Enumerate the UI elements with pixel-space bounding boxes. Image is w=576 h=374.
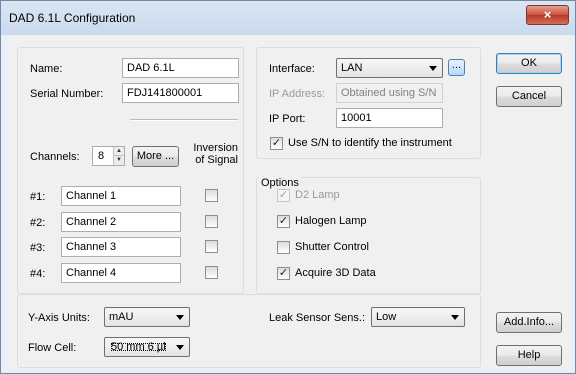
d2-lamp-label: D2 Lamp xyxy=(295,189,340,201)
inversion-label-line1: Inversion xyxy=(193,142,238,154)
halogen-lamp-checkbox[interactable]: ✓ xyxy=(277,215,290,228)
acquire-3d-data-label: Acquire 3D Data xyxy=(295,267,376,279)
serial-number-field[interactable]: FDJ141800001 xyxy=(122,83,239,103)
spin-down-icon[interactable]: ▼ xyxy=(113,156,124,165)
channel-3-inversion-checkbox[interactable] xyxy=(205,240,218,253)
help-button[interactable]: Help xyxy=(496,345,562,366)
channel-3-name-field[interactable]: Channel 3 xyxy=(61,237,181,257)
chevron-down-icon xyxy=(429,66,437,71)
acquire-3d-data-checkbox[interactable]: ✓ xyxy=(277,267,290,280)
interface-value: LAN xyxy=(341,62,363,74)
options-title: Options xyxy=(259,177,301,189)
y-axis-units-select[interactable]: mAU xyxy=(104,307,190,327)
channels-label: Channels: xyxy=(30,151,80,163)
ip-address-label: IP Address: xyxy=(269,88,326,100)
use-sn-checkbox[interactable]: ✓ xyxy=(270,137,283,150)
d2-lamp-checkbox: ✓ xyxy=(277,189,290,202)
y-axis-units-label: Y-Axis Units: xyxy=(28,312,90,324)
channels-count: 8 xyxy=(98,150,105,162)
flow-cell-label: Flow Cell: xyxy=(28,342,77,354)
use-sn-label: Use S/N to identify the instrument xyxy=(288,137,452,149)
channel-4-id: #4: xyxy=(30,268,46,280)
channel-1-inversion-checkbox[interactable] xyxy=(205,189,218,202)
serial-number-label: Serial Number: xyxy=(30,88,104,100)
ip-port-label: IP Port: xyxy=(269,113,306,125)
dialog-client-area: Name: DAD 6.1L Serial Number: FDJ1418000… xyxy=(8,35,570,369)
name-label: Name: xyxy=(30,63,63,75)
shutter-control-checkbox[interactable] xyxy=(277,241,290,254)
cancel-button[interactable]: Cancel xyxy=(496,86,562,107)
chevron-down-icon xyxy=(451,315,459,320)
leak-sensor-value: Low xyxy=(376,311,397,323)
channel-2-id: #2: xyxy=(30,217,46,229)
channel-3-id: #3: xyxy=(30,242,46,254)
channel-2-inversion-checkbox[interactable] xyxy=(205,215,218,228)
close-button[interactable]: × xyxy=(526,5,569,25)
identity-separator xyxy=(130,119,238,121)
ok-button[interactable]: OK xyxy=(496,53,562,74)
leak-sensor-select[interactable]: Low xyxy=(371,307,465,327)
y-axis-units-value: mAU xyxy=(109,311,134,323)
leak-sensor-label: Leak Sensor Sens.: xyxy=(269,312,366,324)
channel-1-id: #1: xyxy=(30,191,46,203)
flow-cell-select[interactable]: 50 mm 6 µl xyxy=(104,337,190,357)
flow-cell-value: 50 mm 6 µl xyxy=(110,341,166,353)
channels-spinner[interactable]: 8 ▲ ▼ xyxy=(92,146,125,166)
spin-up-icon[interactable]: ▲ xyxy=(113,147,124,156)
halogen-lamp-label: Halogen Lamp xyxy=(295,215,367,227)
channel-2-name-field[interactable]: Channel 2 xyxy=(61,212,181,232)
channel-4-name-field[interactable]: Channel 4 xyxy=(61,263,181,283)
interface-label: Interface: xyxy=(269,63,315,75)
channel-4-inversion-checkbox[interactable] xyxy=(205,266,218,279)
chevron-down-icon xyxy=(176,315,184,320)
title-bar: DAD 6.1L Configuration × xyxy=(1,1,575,35)
ip-address-field: Obtained using S/N xyxy=(336,83,443,103)
shutter-control-label: Shutter Control xyxy=(295,241,369,253)
interface-select[interactable]: LAN xyxy=(336,58,443,78)
ip-port-field[interactable]: 10001 xyxy=(336,108,443,128)
dialog-window: DAD 6.1L Configuration × Name: DAD 6.1L … xyxy=(0,0,576,374)
add-info-button[interactable]: Add.Info... xyxy=(496,312,562,333)
name-field[interactable]: DAD 6.1L xyxy=(122,58,239,78)
more-channels-button[interactable]: More ... xyxy=(132,146,179,167)
inversion-label-line2: of Signal xyxy=(195,154,238,166)
instrument-group: Name: DAD 6.1L Serial Number: FDJ1418000… xyxy=(17,47,244,294)
window-title: DAD 6.1L Configuration xyxy=(9,11,136,25)
connection-group: Interface: LAN ... IP Address: Obtained … xyxy=(256,47,481,159)
chevron-down-icon xyxy=(176,345,184,350)
settings-group: Y-Axis Units: mAU Flow Cell: 50 mm 6 µl … xyxy=(17,294,481,368)
options-group: Options ✓ D2 Lamp ✓ Halogen Lamp Shutter… xyxy=(256,177,481,294)
browse-instruments-button[interactable]: ... xyxy=(448,59,465,76)
channel-1-name-field[interactable]: Channel 1 xyxy=(61,186,181,206)
